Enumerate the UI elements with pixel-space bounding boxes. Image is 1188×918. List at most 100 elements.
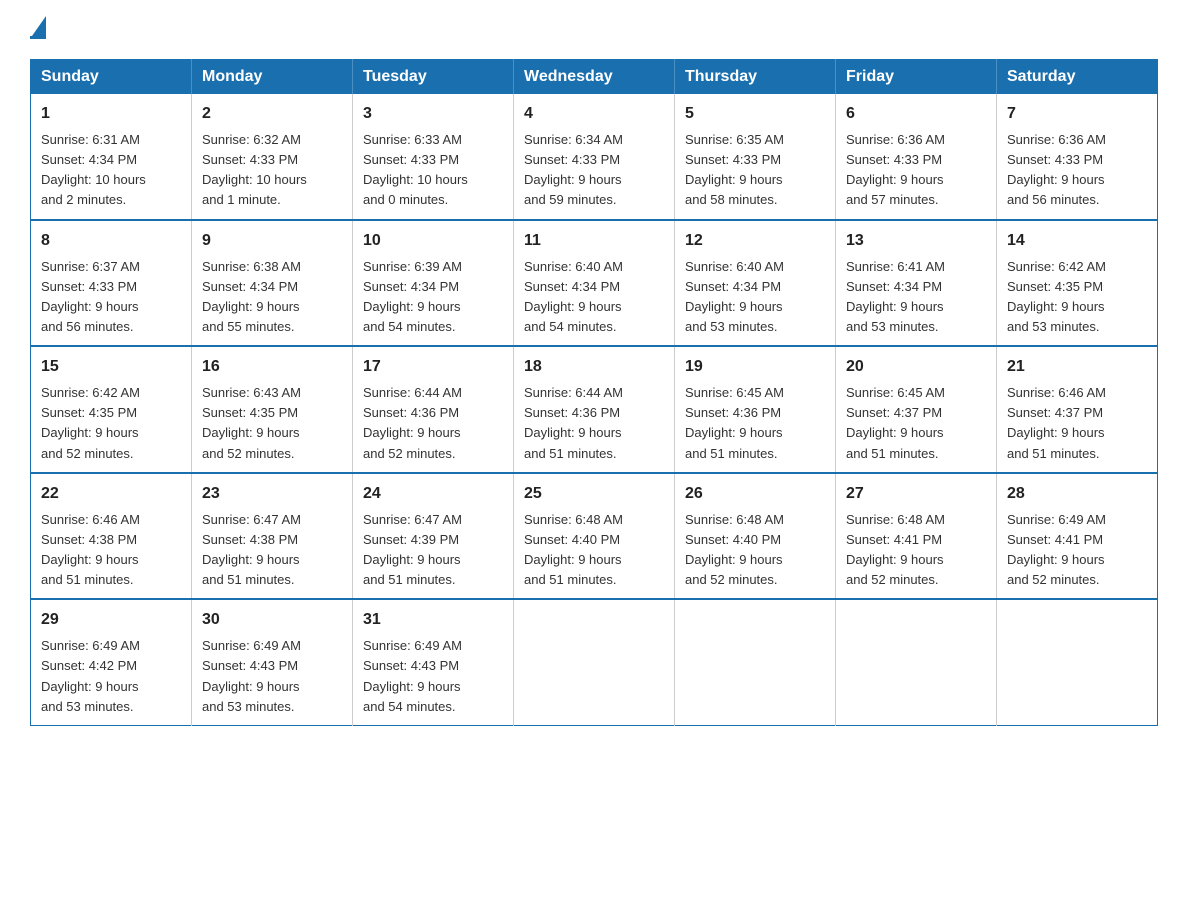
calendar-cell: 2 Sunrise: 6:32 AMSunset: 4:33 PMDayligh… [192, 94, 353, 220]
day-number: 24 [363, 482, 503, 506]
calendar-cell: 21 Sunrise: 6:46 AMSunset: 4:37 PMDaylig… [997, 346, 1158, 473]
calendar-cell: 25 Sunrise: 6:48 AMSunset: 4:40 PMDaylig… [514, 473, 675, 600]
day-info: Sunrise: 6:36 AMSunset: 4:33 PMDaylight:… [1007, 132, 1106, 207]
day-number: 9 [202, 229, 342, 253]
day-info: Sunrise: 6:47 AMSunset: 4:39 PMDaylight:… [363, 512, 462, 587]
calendar-cell: 24 Sunrise: 6:47 AMSunset: 4:39 PMDaylig… [353, 473, 514, 600]
calendar-cell: 22 Sunrise: 6:46 AMSunset: 4:38 PMDaylig… [31, 473, 192, 600]
day-number: 19 [685, 355, 825, 379]
weekday-header-sunday: Sunday [31, 60, 192, 95]
calendar-header-row: SundayMondayTuesdayWednesdayThursdayFrid… [31, 60, 1158, 95]
logo-triangle-icon [32, 16, 46, 36]
calendar-cell: 20 Sunrise: 6:45 AMSunset: 4:37 PMDaylig… [836, 346, 997, 473]
day-number: 3 [363, 102, 503, 126]
day-number: 12 [685, 229, 825, 253]
logo [30, 20, 46, 39]
calendar-cell: 9 Sunrise: 6:38 AMSunset: 4:34 PMDayligh… [192, 220, 353, 347]
calendar-cell: 12 Sunrise: 6:40 AMSunset: 4:34 PMDaylig… [675, 220, 836, 347]
calendar-cell: 7 Sunrise: 6:36 AMSunset: 4:33 PMDayligh… [997, 94, 1158, 220]
day-number: 4 [524, 102, 664, 126]
day-info: Sunrise: 6:49 AMSunset: 4:42 PMDaylight:… [41, 638, 140, 713]
calendar-week-row: 29 Sunrise: 6:49 AMSunset: 4:42 PMDaylig… [31, 599, 1158, 725]
day-info: Sunrise: 6:46 AMSunset: 4:37 PMDaylight:… [1007, 385, 1106, 460]
day-info: Sunrise: 6:33 AMSunset: 4:33 PMDaylight:… [363, 132, 468, 207]
calendar-cell [836, 599, 997, 725]
calendar-cell: 13 Sunrise: 6:41 AMSunset: 4:34 PMDaylig… [836, 220, 997, 347]
day-number: 14 [1007, 229, 1147, 253]
calendar-cell: 23 Sunrise: 6:47 AMSunset: 4:38 PMDaylig… [192, 473, 353, 600]
day-info: Sunrise: 6:45 AMSunset: 4:36 PMDaylight:… [685, 385, 784, 460]
calendar-cell [514, 599, 675, 725]
calendar-week-row: 15 Sunrise: 6:42 AMSunset: 4:35 PMDaylig… [31, 346, 1158, 473]
calendar-cell: 4 Sunrise: 6:34 AMSunset: 4:33 PMDayligh… [514, 94, 675, 220]
day-info: Sunrise: 6:44 AMSunset: 4:36 PMDaylight:… [524, 385, 623, 460]
day-info: Sunrise: 6:42 AMSunset: 4:35 PMDaylight:… [41, 385, 140, 460]
day-number: 5 [685, 102, 825, 126]
calendar-cell: 26 Sunrise: 6:48 AMSunset: 4:40 PMDaylig… [675, 473, 836, 600]
day-number: 20 [846, 355, 986, 379]
day-number: 1 [41, 102, 181, 126]
day-number: 25 [524, 482, 664, 506]
day-info: Sunrise: 6:49 AMSunset: 4:41 PMDaylight:… [1007, 512, 1106, 587]
calendar-cell: 31 Sunrise: 6:49 AMSunset: 4:43 PMDaylig… [353, 599, 514, 725]
calendar-cell: 27 Sunrise: 6:48 AMSunset: 4:41 PMDaylig… [836, 473, 997, 600]
day-info: Sunrise: 6:47 AMSunset: 4:38 PMDaylight:… [202, 512, 301, 587]
calendar-cell: 6 Sunrise: 6:36 AMSunset: 4:33 PMDayligh… [836, 94, 997, 220]
day-number: 31 [363, 608, 503, 632]
calendar-cell [997, 599, 1158, 725]
calendar-cell: 16 Sunrise: 6:43 AMSunset: 4:35 PMDaylig… [192, 346, 353, 473]
calendar-cell: 14 Sunrise: 6:42 AMSunset: 4:35 PMDaylig… [997, 220, 1158, 347]
day-info: Sunrise: 6:48 AMSunset: 4:40 PMDaylight:… [685, 512, 784, 587]
day-number: 22 [41, 482, 181, 506]
calendar-cell: 29 Sunrise: 6:49 AMSunset: 4:42 PMDaylig… [31, 599, 192, 725]
day-number: 26 [685, 482, 825, 506]
day-info: Sunrise: 6:38 AMSunset: 4:34 PMDaylight:… [202, 259, 301, 334]
day-number: 23 [202, 482, 342, 506]
day-number: 18 [524, 355, 664, 379]
day-info: Sunrise: 6:34 AMSunset: 4:33 PMDaylight:… [524, 132, 623, 207]
day-info: Sunrise: 6:37 AMSunset: 4:33 PMDaylight:… [41, 259, 140, 334]
day-info: Sunrise: 6:45 AMSunset: 4:37 PMDaylight:… [846, 385, 945, 460]
logo-underline [30, 36, 46, 39]
day-info: Sunrise: 6:41 AMSunset: 4:34 PMDaylight:… [846, 259, 945, 334]
day-info: Sunrise: 6:48 AMSunset: 4:40 PMDaylight:… [524, 512, 623, 587]
calendar-cell [675, 599, 836, 725]
calendar-week-row: 8 Sunrise: 6:37 AMSunset: 4:33 PMDayligh… [31, 220, 1158, 347]
calendar-cell: 3 Sunrise: 6:33 AMSunset: 4:33 PMDayligh… [353, 94, 514, 220]
day-number: 30 [202, 608, 342, 632]
day-number: 27 [846, 482, 986, 506]
calendar-cell: 17 Sunrise: 6:44 AMSunset: 4:36 PMDaylig… [353, 346, 514, 473]
day-number: 10 [363, 229, 503, 253]
calendar-table: SundayMondayTuesdayWednesdayThursdayFrid… [30, 59, 1158, 726]
day-number: 28 [1007, 482, 1147, 506]
day-number: 16 [202, 355, 342, 379]
day-info: Sunrise: 6:43 AMSunset: 4:35 PMDaylight:… [202, 385, 301, 460]
day-info: Sunrise: 6:39 AMSunset: 4:34 PMDaylight:… [363, 259, 462, 334]
calendar-cell: 30 Sunrise: 6:49 AMSunset: 4:43 PMDaylig… [192, 599, 353, 725]
day-number: 29 [41, 608, 181, 632]
day-info: Sunrise: 6:31 AMSunset: 4:34 PMDaylight:… [41, 132, 146, 207]
weekday-header-friday: Friday [836, 60, 997, 95]
calendar-week-row: 1 Sunrise: 6:31 AMSunset: 4:34 PMDayligh… [31, 94, 1158, 220]
day-info: Sunrise: 6:36 AMSunset: 4:33 PMDaylight:… [846, 132, 945, 207]
day-number: 8 [41, 229, 181, 253]
day-number: 21 [1007, 355, 1147, 379]
day-number: 11 [524, 229, 664, 253]
weekday-header-wednesday: Wednesday [514, 60, 675, 95]
day-info: Sunrise: 6:48 AMSunset: 4:41 PMDaylight:… [846, 512, 945, 587]
weekday-header-monday: Monday [192, 60, 353, 95]
day-info: Sunrise: 6:42 AMSunset: 4:35 PMDaylight:… [1007, 259, 1106, 334]
day-number: 7 [1007, 102, 1147, 126]
day-info: Sunrise: 6:32 AMSunset: 4:33 PMDaylight:… [202, 132, 307, 207]
calendar-cell: 28 Sunrise: 6:49 AMSunset: 4:41 PMDaylig… [997, 473, 1158, 600]
calendar-cell: 11 Sunrise: 6:40 AMSunset: 4:34 PMDaylig… [514, 220, 675, 347]
calendar-cell: 15 Sunrise: 6:42 AMSunset: 4:35 PMDaylig… [31, 346, 192, 473]
day-info: Sunrise: 6:35 AMSunset: 4:33 PMDaylight:… [685, 132, 784, 207]
day-number: 13 [846, 229, 986, 253]
calendar-cell: 5 Sunrise: 6:35 AMSunset: 4:33 PMDayligh… [675, 94, 836, 220]
day-info: Sunrise: 6:46 AMSunset: 4:38 PMDaylight:… [41, 512, 140, 587]
day-number: 6 [846, 102, 986, 126]
calendar-cell: 10 Sunrise: 6:39 AMSunset: 4:34 PMDaylig… [353, 220, 514, 347]
day-info: Sunrise: 6:40 AMSunset: 4:34 PMDaylight:… [524, 259, 623, 334]
weekday-header-saturday: Saturday [997, 60, 1158, 95]
